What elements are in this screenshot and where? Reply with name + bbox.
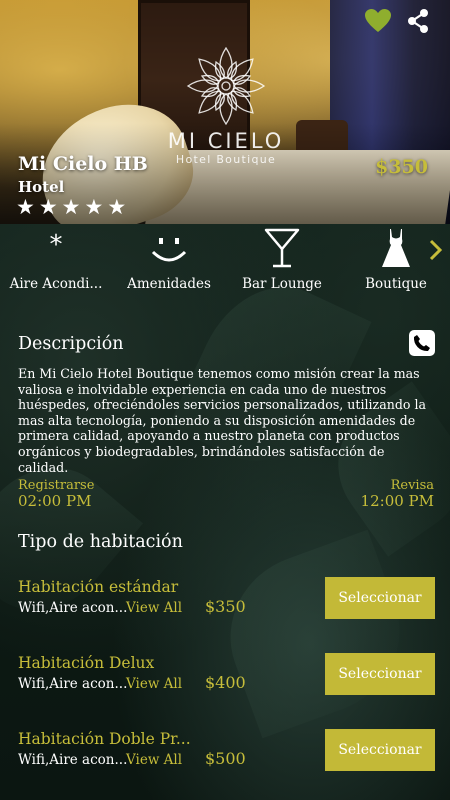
amenity-label: Bar Lounge: [242, 276, 322, 292]
star-icon: ★: [84, 195, 104, 219]
asterisk-icon: *: [49, 230, 63, 260]
hotel-logo: MI CIELO Hotel Boutique: [168, 45, 284, 166]
star-icon: ★: [16, 195, 35, 219]
logo-name: MI CIELO: [167, 129, 285, 153]
room-types-title: Tipo de habitación: [18, 532, 183, 552]
room-name: Habitación Doble Pr...: [18, 730, 191, 748]
heart-icon: [365, 9, 391, 32]
mandala-logo-icon: [186, 46, 266, 126]
favorite-button[interactable]: [364, 8, 392, 34]
checkin-label: Registrarse: [18, 478, 95, 493]
call-button[interactable]: [409, 330, 435, 356]
hotel-type: Hotel: [18, 178, 65, 196]
room-amenities: Wifi,Aire acon...: [18, 600, 128, 616]
hotel-name: Mi Cielo HB: [18, 153, 148, 175]
view-all-link[interactable]: View All: [126, 600, 182, 616]
room-item: Habitación Doble Pr... Wifi,Aire acon...…: [0, 729, 450, 790]
amenities-carousel[interactable]: * Aire Acondi... Amenidades Bar Lounge B…: [0, 224, 450, 304]
room-name: Habitación Delux: [18, 654, 155, 672]
martini-glass-icon: [264, 228, 300, 268]
description-text: En Mi Cielo Hotel Boutique tenemos como …: [18, 366, 426, 475]
room-price: $350: [205, 597, 246, 616]
amenity-label: Boutique: [365, 276, 427, 292]
select-room-button[interactable]: Seleccionar: [325, 729, 435, 771]
select-room-button[interactable]: Seleccionar: [325, 653, 435, 695]
chevron-right-icon: [429, 239, 443, 261]
room-item: Habitación Delux Wifi,Aire acon... View …: [0, 653, 450, 714]
select-room-button[interactable]: Seleccionar: [325, 577, 435, 619]
hotel-details: * Aire Acondi... Amenidades Bar Lounge B…: [0, 224, 450, 800]
star-icon: ★: [61, 195, 81, 219]
dress-icon: [382, 229, 410, 267]
checkin-time: 02:00 PM: [18, 492, 92, 510]
hotel-price: $350: [375, 156, 428, 178]
star-icon: ★: [38, 195, 58, 219]
room-item: Habitación estándar Wifi,Aire acon... Vi…: [0, 577, 450, 638]
view-all-link[interactable]: View All: [126, 752, 182, 768]
hotel-hero-image: MI CIELO Hotel Boutique Mi Cielo HB Hote…: [0, 0, 450, 224]
room-amenities: Wifi,Aire acon...: [18, 676, 128, 692]
amenity-amenidades[interactable]: Amenidades: [113, 224, 225, 304]
room-amenities: Wifi,Aire acon...: [18, 752, 128, 768]
amenity-aire-acondicionado[interactable]: * Aire Acondi...: [0, 224, 112, 304]
star-icon: ★: [107, 195, 127, 219]
checkout-time: 12:00 PM: [360, 492, 434, 510]
room-price: $500: [205, 749, 246, 768]
star-rating: ★ ★ ★ ★ ★: [16, 196, 126, 218]
description-title: Descripción: [18, 334, 124, 354]
next-amenities-button[interactable]: [426, 238, 446, 262]
view-all-link[interactable]: View All: [126, 676, 182, 692]
room-name: Habitación estándar: [18, 578, 179, 596]
checkout-label: Revisa: [390, 478, 434, 493]
amenity-label: Amenidades: [127, 276, 211, 292]
share-button[interactable]: [404, 8, 432, 34]
amenity-bar-lounge[interactable]: Bar Lounge: [226, 224, 338, 304]
room-price: $400: [205, 673, 246, 692]
amenity-label: Aire Acondi...: [9, 276, 103, 292]
share-icon: [408, 9, 428, 33]
smiley-icon: [151, 238, 187, 262]
phone-icon: [413, 335, 430, 352]
logo-subtitle: Hotel Boutique: [175, 153, 277, 166]
amenity-boutique[interactable]: Boutique: [340, 224, 450, 304]
